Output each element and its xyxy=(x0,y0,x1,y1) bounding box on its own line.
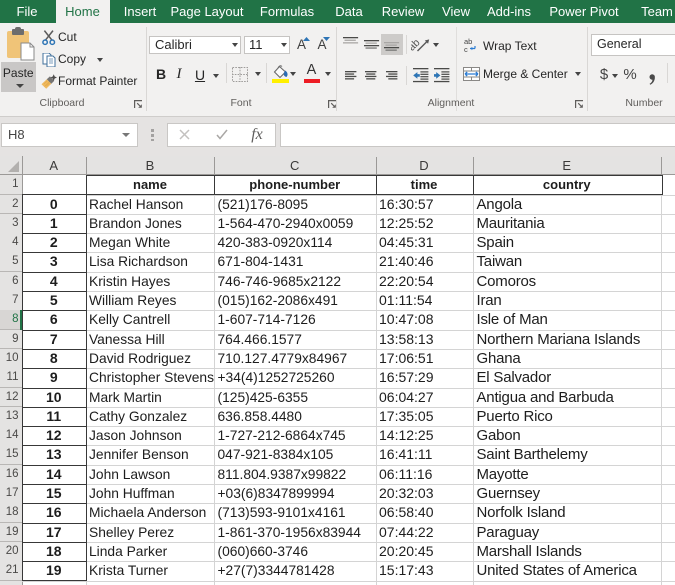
svg-text:c: c xyxy=(464,45,468,52)
svg-text:ab: ab xyxy=(411,37,423,53)
